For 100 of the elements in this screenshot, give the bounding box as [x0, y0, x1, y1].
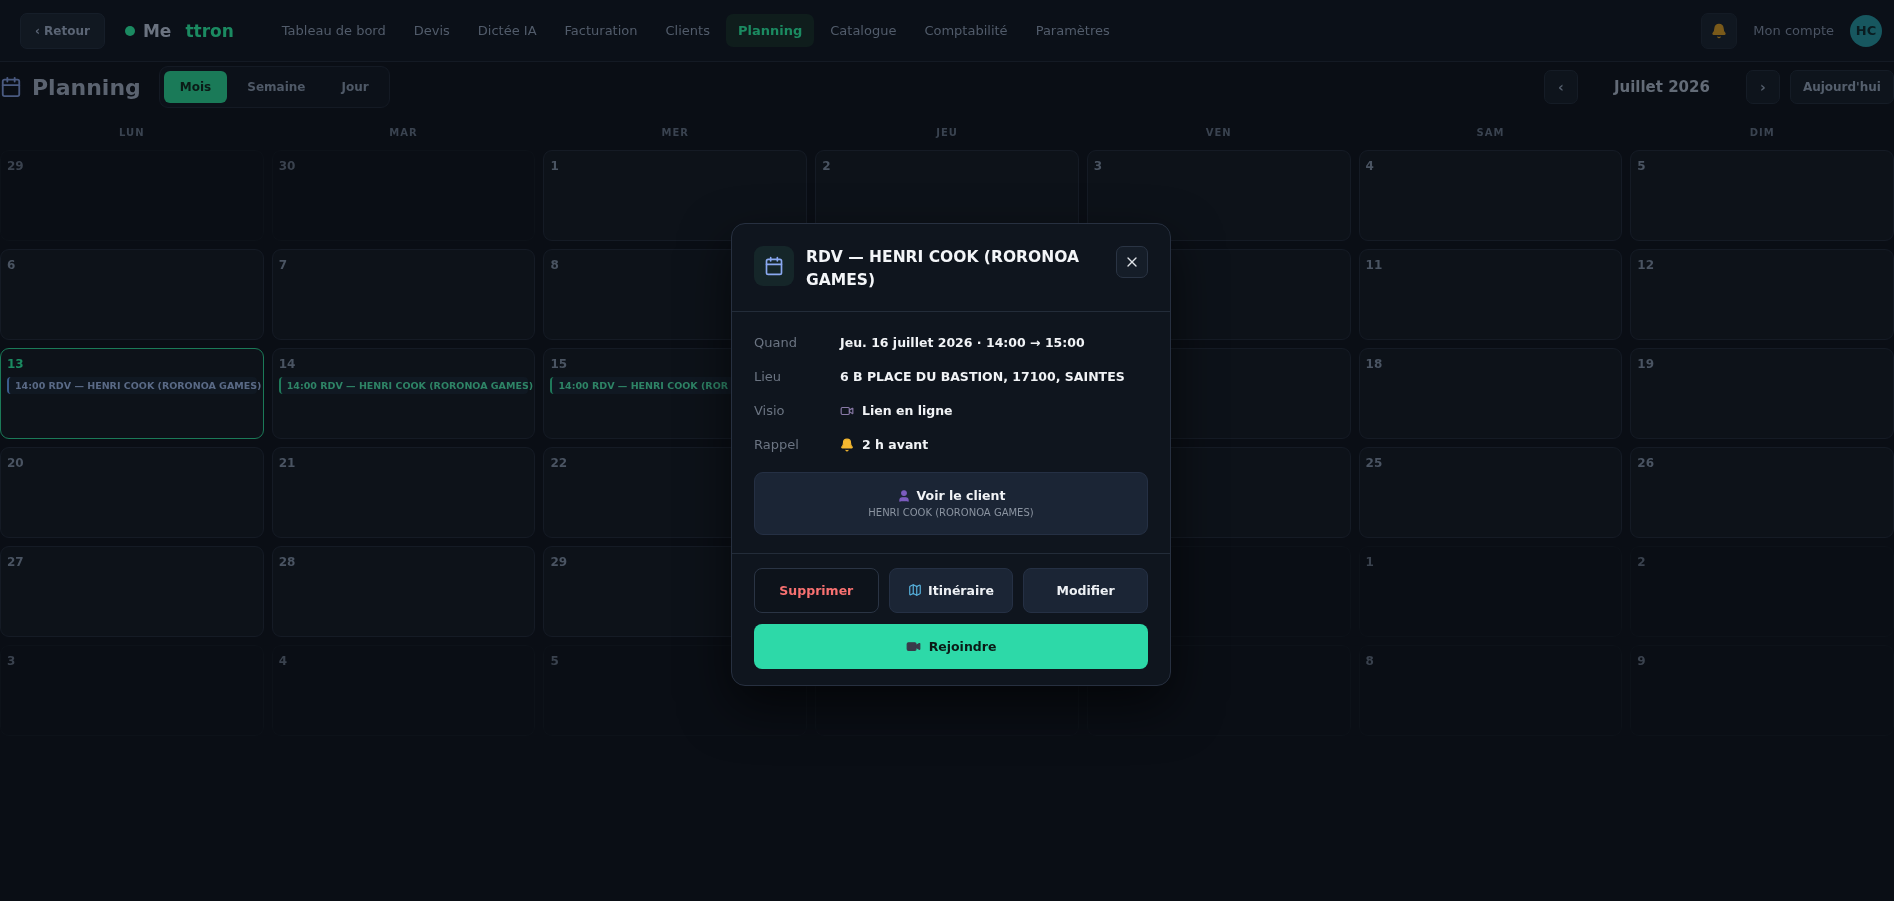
- nav-link[interactable]: Clients: [653, 14, 722, 47]
- calendar-icon: [0, 76, 22, 98]
- day-cell[interactable]: 1: [543, 150, 808, 241]
- day-cell[interactable]: 28: [271, 546, 536, 637]
- detail-value: Lien en ligne: [862, 403, 953, 418]
- map-icon: [908, 583, 923, 597]
- join-button[interactable]: Rejoindre: [754, 623, 1148, 669]
- day-number: 2: [1637, 555, 1647, 569]
- nav-link[interactable]: Paramètres: [1023, 14, 1122, 47]
- day-number: 30: [278, 159, 297, 173]
- today-button[interactable]: Aujourd'hui: [1789, 70, 1894, 104]
- day-number: 21: [278, 456, 297, 470]
- day-number: 26: [1637, 456, 1655, 470]
- day-number: 6: [7, 258, 17, 272]
- logo-text: Me: [142, 20, 172, 41]
- day-cell[interactable]: 13 14:00 RDV — HENRI COOK (RORONOA GAMES): [0, 348, 264, 439]
- bell-icon: [840, 437, 854, 452]
- day-cell[interactable]: 3: [1086, 150, 1351, 241]
- view-tab[interactable]: Semaine: [231, 71, 322, 103]
- day-number: 1: [1365, 555, 1375, 569]
- day-number: 13: [7, 357, 25, 371]
- nav-link[interactable]: Facturation: [552, 14, 650, 47]
- day-number: 3: [7, 654, 17, 668]
- weekday-label: MAR: [388, 126, 419, 138]
- nav-link[interactable]: Tableau de bord: [269, 14, 398, 47]
- day-cell[interactable]: 20: [0, 447, 264, 538]
- nav-link[interactable]: Catalogue: [818, 14, 909, 47]
- day-number: 19: [1637, 357, 1655, 371]
- view-tab[interactable]: Mois: [163, 71, 228, 103]
- close-button[interactable]: [1116, 246, 1148, 278]
- day-number: 5: [1637, 159, 1647, 173]
- avatar[interactable]: HC: [1850, 14, 1882, 47]
- previous-month-button[interactable]: ‹: [1543, 70, 1578, 104]
- day-cell[interactable]: 2: [1630, 546, 1894, 637]
- day-cell[interactable]: 26: [1630, 447, 1894, 538]
- next-month-button[interactable]: ›: [1745, 70, 1780, 104]
- day-cell[interactable]: 19: [1630, 348, 1894, 439]
- nav-link[interactable]: Planning: [725, 14, 815, 47]
- day-cell[interactable]: 12: [1630, 249, 1894, 340]
- weekday-label: VEN: [1204, 126, 1233, 138]
- day-number: 4: [1365, 159, 1375, 173]
- day-number: 29: [550, 555, 569, 569]
- day-number: 18: [1365, 357, 1384, 371]
- bell-icon: [1711, 22, 1728, 39]
- day-cell[interactable]: 29: [0, 150, 264, 241]
- detail-label: Visio: [754, 403, 786, 418]
- day-cell[interactable]: 1: [1358, 546, 1623, 637]
- day-cell[interactable]: 7: [271, 249, 536, 340]
- notifications-button[interactable]: [1701, 12, 1738, 49]
- day-number: 15: [550, 357, 569, 371]
- view-client-button[interactable]: Voir le client HENRI COOK (RORONOA GAMES): [754, 471, 1148, 535]
- day-cell[interactable]: 8: [1358, 645, 1623, 736]
- action-button[interactable]: Supprimer: [754, 567, 879, 613]
- day-number: 8: [550, 258, 560, 272]
- day-cell[interactable]: 6: [0, 249, 264, 340]
- day-cell[interactable]: 30: [271, 150, 536, 241]
- day-number: 25: [1365, 456, 1384, 470]
- action-button[interactable]: Modifier: [1023, 567, 1148, 613]
- day-cell[interactable]: 27: [0, 546, 264, 637]
- day-number: 28: [278, 555, 297, 569]
- back-button[interactable]: ‹ Retour: [20, 12, 105, 49]
- nav-link[interactable]: Dictée IA: [465, 14, 549, 47]
- day-number: 29: [7, 159, 25, 173]
- weekday-label: DIM: [1748, 126, 1776, 138]
- detail-label: Lieu: [754, 369, 783, 384]
- day-number: 3: [1093, 159, 1104, 173]
- day-cell[interactable]: 3: [0, 645, 264, 736]
- month-label: Juillet 2026: [1612, 78, 1711, 96]
- weekday-label: LUN: [118, 126, 146, 138]
- day-number: 27: [7, 555, 25, 569]
- day-number: 2: [822, 159, 832, 173]
- user-icon: [896, 488, 911, 503]
- logo-dot-icon: [124, 25, 135, 36]
- day-cell[interactable]: 18: [1358, 348, 1623, 439]
- view-client-label: Voir le client: [916, 488, 1006, 503]
- day-cell[interactable]: 4: [271, 645, 536, 736]
- dialog-title: RDV — HENRI COOK (RORONOA GAMES): [806, 247, 1080, 292]
- detail-value: 2 h avant: [862, 437, 929, 452]
- day-number: 8: [1365, 654, 1375, 668]
- day-cell[interactable]: 25: [1358, 447, 1623, 538]
- client-name: HENRI COOK (RORONOA GAMES): [868, 507, 1034, 518]
- day-number: 5: [550, 654, 560, 668]
- action-button[interactable]: Itinéraire: [888, 567, 1014, 613]
- account-link[interactable]: Mon compte: [1753, 23, 1834, 38]
- detail-value: Jeu. 16 juillet 2026 · 14:00 → 15:00: [840, 335, 1085, 350]
- day-cell[interactable]: 9: [1630, 645, 1894, 736]
- day-cell[interactable]: 14 14:00 RDV — HENRI COOK (RORONOA GAMES): [271, 348, 536, 439]
- view-tab[interactable]: Jour: [325, 71, 385, 103]
- day-cell[interactable]: 21: [271, 447, 536, 538]
- nav-link[interactable]: Comptabilité: [912, 14, 1020, 47]
- day-cell[interactable]: 5: [1630, 150, 1894, 241]
- nav-link[interactable]: Devis: [401, 14, 462, 47]
- weekday-label: JEU: [934, 126, 959, 138]
- day-number: 12: [1637, 258, 1655, 272]
- day-number: 20: [7, 456, 25, 470]
- page-title: Planning: [32, 74, 141, 100]
- day-number: 9: [1637, 654, 1647, 668]
- logo-text: ttron: [185, 20, 234, 41]
- day-cell[interactable]: 11: [1358, 249, 1623, 340]
- day-cell[interactable]: 4: [1358, 150, 1623, 241]
